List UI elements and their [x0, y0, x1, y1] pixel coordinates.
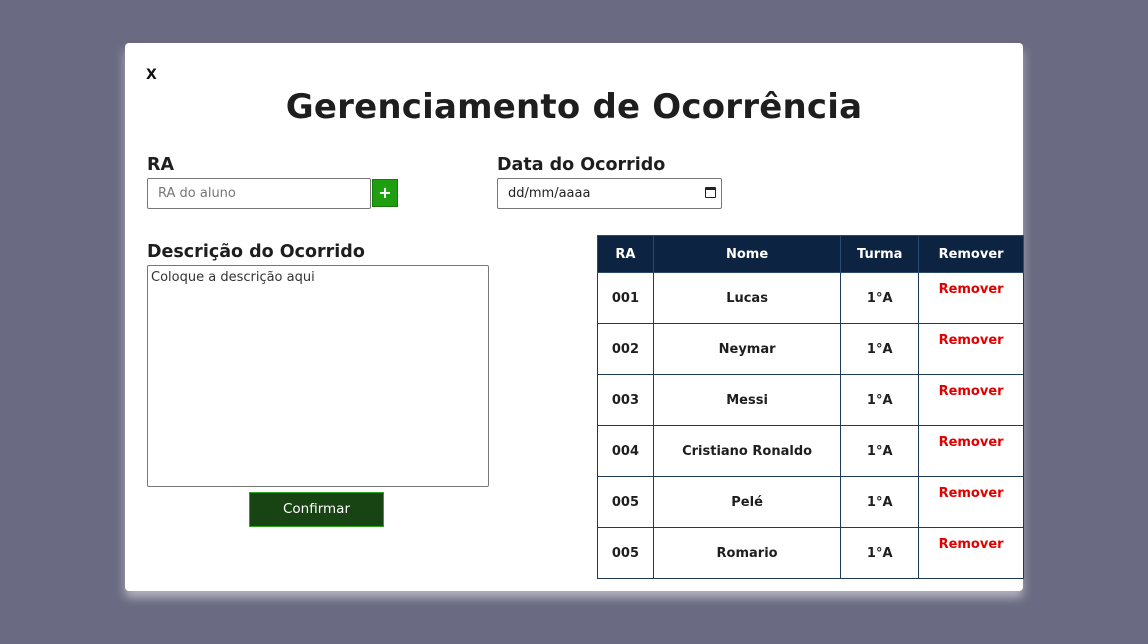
cell-turma: 1°A: [840, 323, 920, 375]
header-remover: Remover: [918, 235, 1024, 273]
cell-nome: Neymar: [652, 323, 842, 375]
header-nome: Nome: [652, 235, 842, 273]
ra-label: RA: [147, 155, 175, 175]
description-textarea[interactable]: [147, 265, 489, 487]
cell-turma: 1°A: [840, 272, 920, 324]
cell-nome: Romario: [652, 527, 842, 579]
cell-ra: 001: [597, 272, 654, 324]
remove-link[interactable]: Remover: [939, 384, 1004, 399]
cell-remover: Remover: [918, 527, 1024, 579]
remove-link[interactable]: Remover: [939, 282, 1004, 297]
table-row: 001 Lucas 1°A Remover: [597, 272, 1024, 324]
cell-remover: Remover: [918, 323, 1024, 375]
cell-ra: 002: [597, 323, 654, 375]
cell-ra: 003: [597, 374, 654, 426]
cell-ra: 005: [597, 476, 654, 528]
cell-turma: 1°A: [840, 425, 920, 477]
cell-turma: 1°A: [840, 527, 920, 579]
ra-input[interactable]: [147, 178, 371, 209]
cell-nome: Pelé: [652, 476, 842, 528]
cell-turma: 1°A: [840, 476, 920, 528]
cell-nome: Messi: [652, 374, 842, 426]
cell-ra: 004: [597, 425, 654, 477]
table-header-row: RA Nome Turma Remover: [597, 235, 1024, 273]
remove-link[interactable]: Remover: [939, 333, 1004, 348]
table-row: 005 Pelé 1°A Remover: [597, 476, 1024, 528]
cell-remover: Remover: [918, 374, 1024, 426]
table-row: 004 Cristiano Ronaldo 1°A Remover: [597, 425, 1024, 477]
table-row: 002 Neymar 1°A Remover: [597, 323, 1024, 375]
date-field-value: dd/mm/aaaa: [508, 186, 591, 201]
close-button[interactable]: X: [146, 67, 157, 83]
cell-turma: 1°A: [840, 374, 920, 426]
table-row: 003 Messi 1°A Remover: [597, 374, 1024, 426]
cell-remover: Remover: [918, 272, 1024, 324]
cell-nome: Lucas: [652, 272, 842, 324]
cell-ra: 005: [597, 527, 654, 579]
add-student-button[interactable]: +: [372, 179, 398, 207]
header-ra: RA: [597, 235, 654, 273]
confirm-button[interactable]: Confirmar: [249, 492, 384, 527]
cell-remover: Remover: [918, 476, 1024, 528]
page-title: Gerenciamento de Ocorrência: [285, 87, 863, 127]
header-turma: Turma: [840, 235, 920, 273]
date-field[interactable]: dd/mm/aaaa: [497, 178, 722, 209]
students-table: RA Nome Turma Remover 001 Lucas 1°A Remo…: [597, 235, 1024, 579]
cell-nome: Cristiano Ronaldo: [652, 425, 842, 477]
cell-remover: Remover: [918, 425, 1024, 477]
remove-link[interactable]: Remover: [939, 486, 1004, 501]
date-label: Data do Ocorrido: [497, 155, 666, 175]
remove-link[interactable]: Remover: [939, 537, 1004, 552]
remove-link[interactable]: Remover: [939, 435, 1004, 450]
table-row: 005 Romario 1°A Remover: [597, 527, 1024, 579]
calendar-icon[interactable]: [705, 187, 716, 198]
occurrence-modal: X Gerenciamento de Ocorrência RA + Data …: [125, 43, 1024, 591]
description-label: Descrição do Ocorrido: [147, 242, 365, 262]
